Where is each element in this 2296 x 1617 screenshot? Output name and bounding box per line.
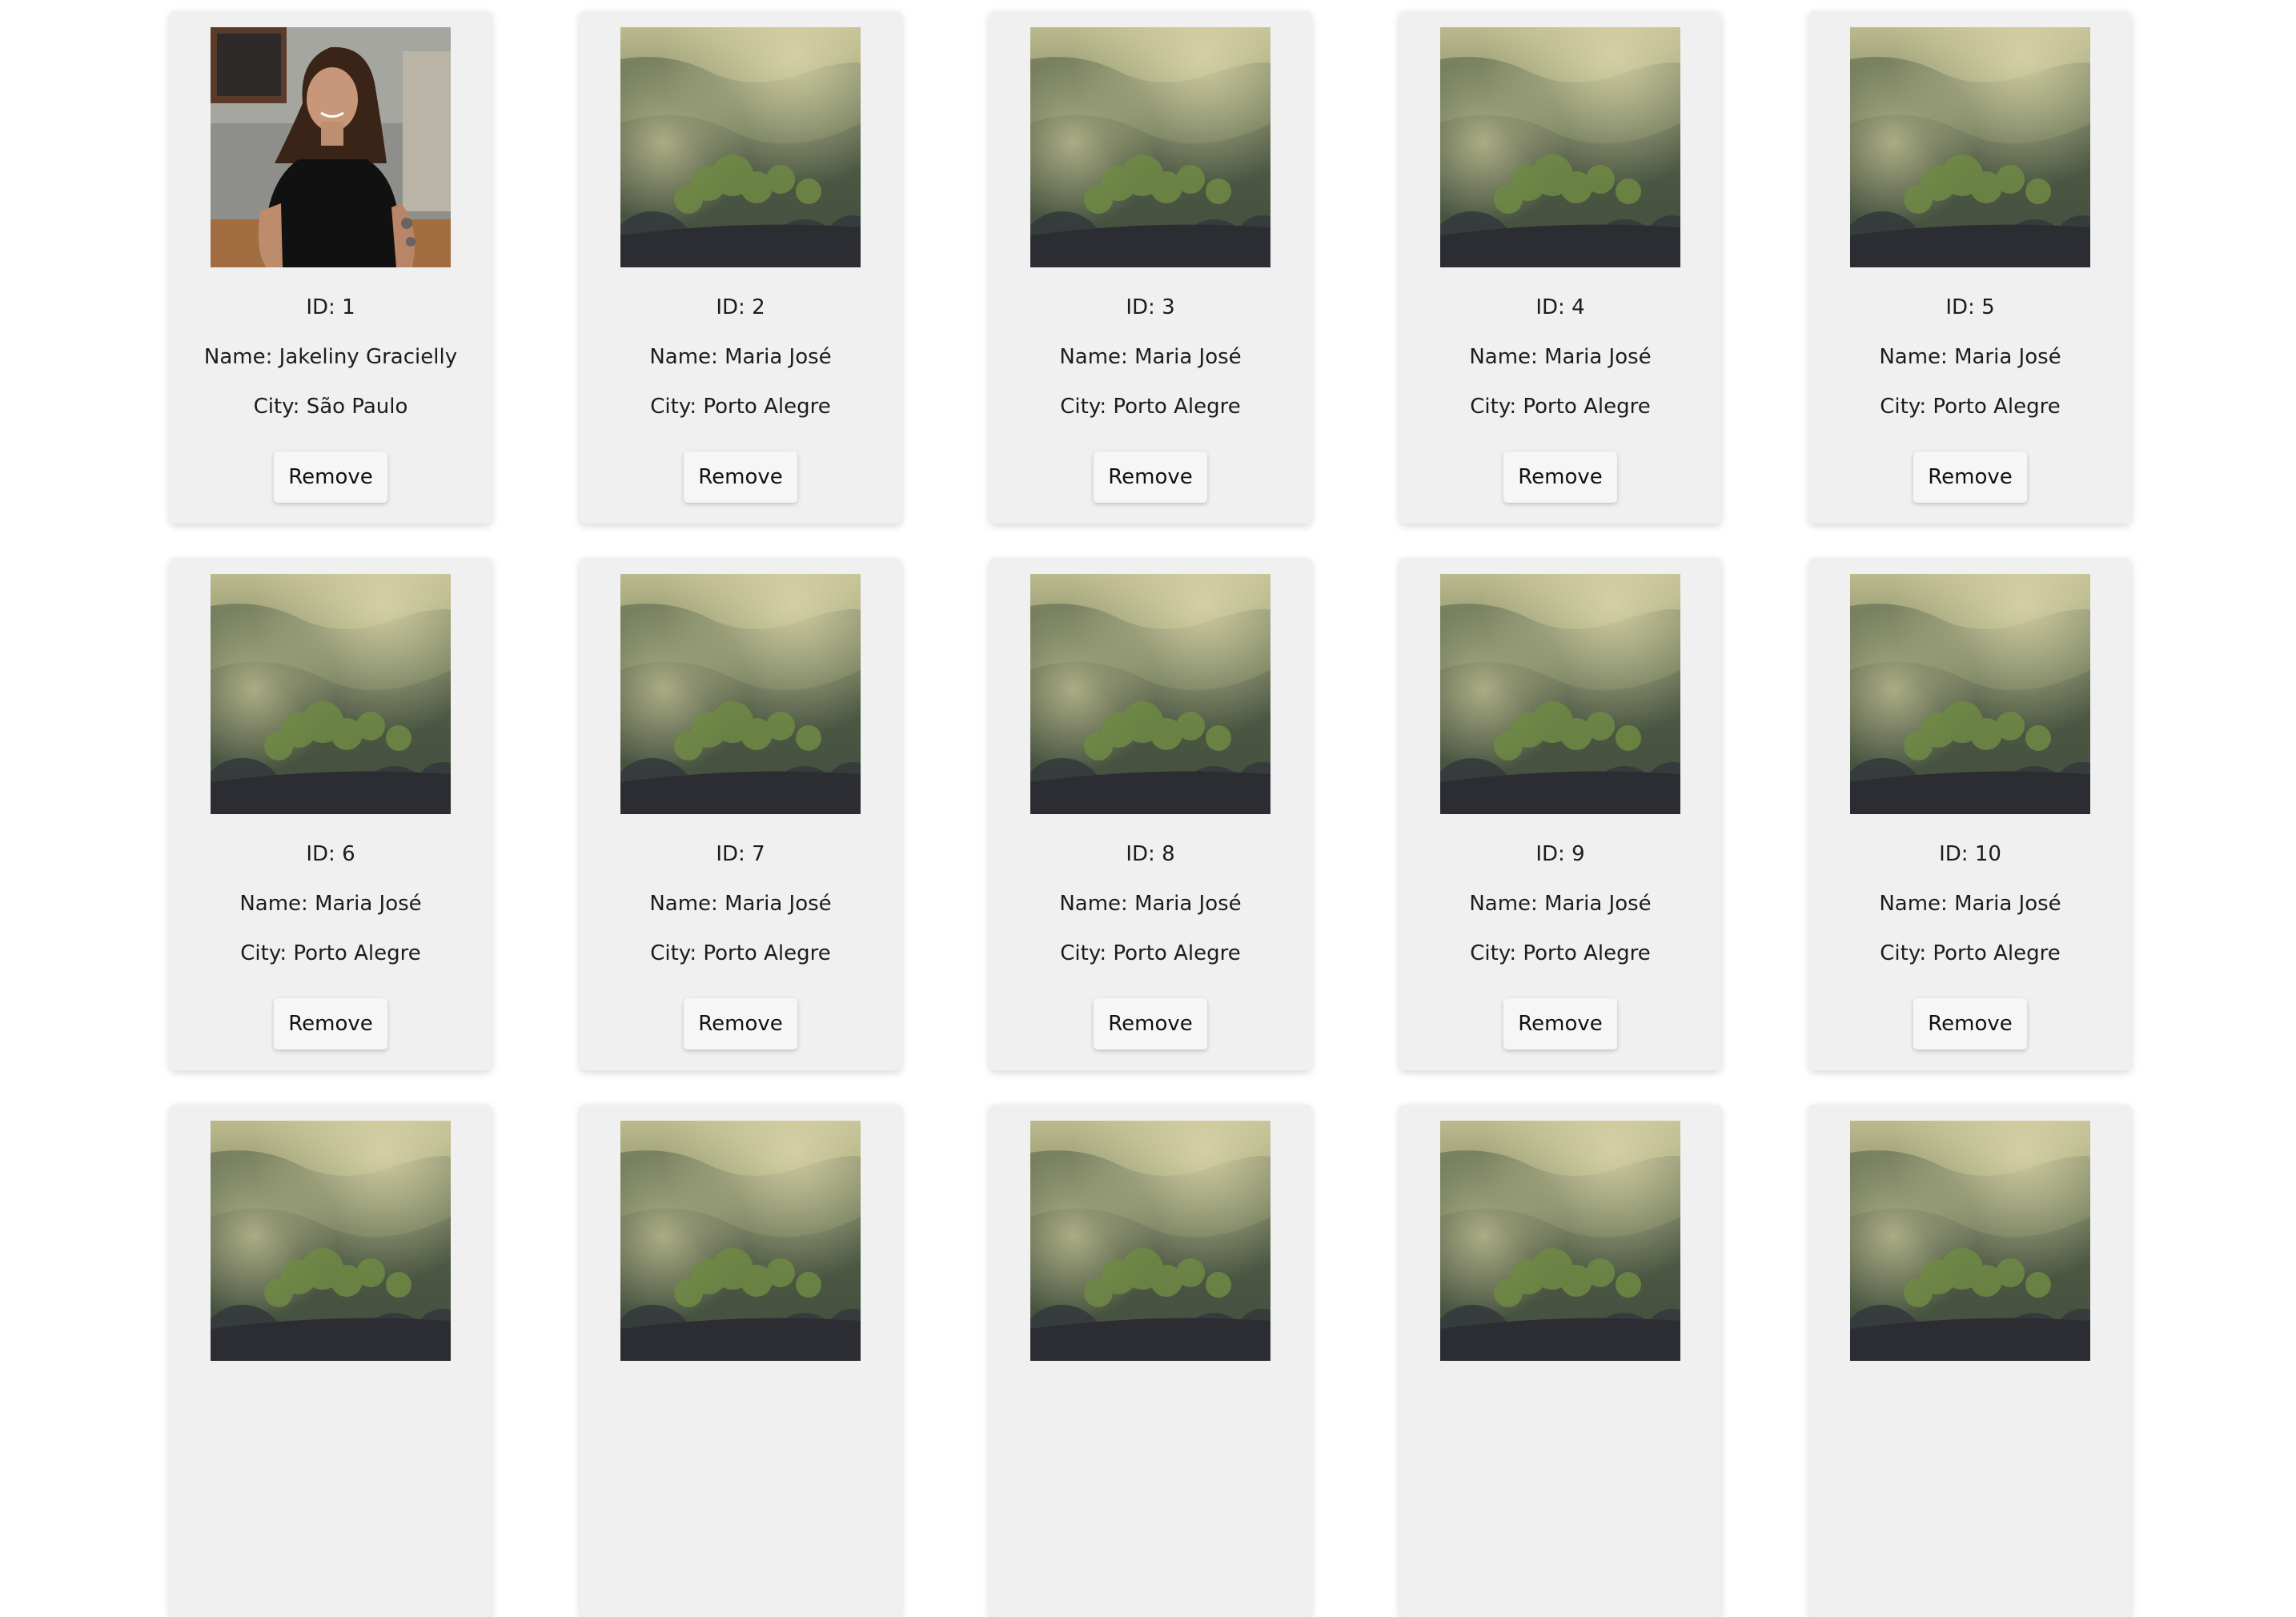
remove-button[interactable]: Remove — [1913, 451, 2027, 503]
user-id: ID: 10 — [1939, 842, 2001, 866]
user-card: ID: 9 Name: Maria José City: Porto Alegr… — [1399, 558, 1721, 1070]
remove-button[interactable]: Remove — [684, 998, 797, 1049]
user-name: Name: Maria José — [1059, 892, 1242, 916]
user-id: ID: 7 — [716, 842, 765, 866]
user-city: City: Porto Alegre — [650, 395, 831, 419]
user-photo — [1850, 1121, 2090, 1361]
user-photo — [1440, 574, 1680, 814]
user-name: Name: Maria José — [1879, 892, 2061, 916]
user-card: ID: 7 Name: Maria José City: Porto Alegr… — [580, 558, 901, 1070]
user-photo — [1030, 574, 1270, 814]
user-city: City: Porto Alegre — [1470, 941, 1651, 965]
user-photo — [211, 574, 451, 814]
user-photo — [620, 27, 861, 267]
user-card: ID: 1 Name: Jakeliny Gracielly City: São… — [170, 11, 492, 524]
user-card: ID: 6 Name: Maria José City: Porto Alegr… — [170, 558, 492, 1070]
user-card: ID: 3 Name: Maria José City: Porto Alegr… — [989, 11, 1311, 524]
user-photo — [1030, 27, 1270, 267]
user-id: ID: 1 — [306, 295, 355, 319]
user-name: Name: Maria José — [1879, 345, 2061, 369]
user-name: Name: Maria José — [239, 892, 422, 916]
user-city: City: Porto Alegre — [1880, 395, 2061, 419]
user-card-grid: ID: 1 Name: Jakeliny Gracielly City: São… — [170, 11, 2131, 1617]
user-card — [170, 1105, 492, 1617]
user-id: ID: 2 — [716, 295, 765, 319]
user-photo — [1440, 27, 1680, 267]
user-photo — [1030, 1121, 1270, 1361]
user-id: ID: 9 — [1535, 842, 1585, 866]
user-card: ID: 2 Name: Maria José City: Porto Alegr… — [580, 11, 901, 524]
user-id: ID: 5 — [1945, 295, 1995, 319]
user-card — [1809, 1105, 2131, 1617]
remove-button[interactable]: Remove — [1503, 998, 1617, 1049]
remove-button[interactable]: Remove — [684, 451, 797, 503]
user-card: ID: 4 Name: Maria José City: Porto Alegr… — [1399, 11, 1721, 524]
user-photo — [1850, 27, 2090, 267]
user-city: City: Porto Alegre — [1060, 395, 1241, 419]
user-id: ID: 8 — [1126, 842, 1175, 866]
user-card — [580, 1105, 901, 1617]
user-city: City: Porto Alegre — [1060, 941, 1241, 965]
user-photo — [620, 1121, 861, 1361]
user-city: City: Porto Alegre — [240, 941, 421, 965]
remove-button[interactable]: Remove — [1913, 998, 2027, 1049]
user-name: Name: Maria José — [1469, 892, 1652, 916]
remove-button[interactable]: Remove — [274, 998, 387, 1049]
user-name: Name: Maria José — [649, 345, 832, 369]
user-city: City: São Paulo — [253, 395, 408, 419]
user-card: ID: 10 Name: Maria José City: Porto Aleg… — [1809, 558, 2131, 1070]
user-city: City: Porto Alegre — [1470, 395, 1651, 419]
user-photo — [620, 574, 861, 814]
user-id: ID: 6 — [306, 842, 355, 866]
user-card — [989, 1105, 1311, 1617]
user-name: Name: Jakeliny Gracielly — [203, 345, 458, 369]
remove-button[interactable]: Remove — [274, 451, 387, 503]
user-photo — [211, 1121, 451, 1361]
remove-button[interactable]: Remove — [1094, 998, 1207, 1049]
user-id: ID: 3 — [1126, 295, 1175, 319]
user-photo — [211, 27, 451, 267]
user-card: ID: 8 Name: Maria José City: Porto Alegr… — [989, 558, 1311, 1070]
user-name: Name: Maria José — [1059, 345, 1242, 369]
user-photo — [1440, 1121, 1680, 1361]
remove-button[interactable]: Remove — [1503, 451, 1617, 503]
user-card — [1399, 1105, 1721, 1617]
user-id: ID: 4 — [1535, 295, 1585, 319]
user-city: City: Porto Alegre — [1880, 941, 2061, 965]
user-city: City: Porto Alegre — [650, 941, 831, 965]
user-name: Name: Maria José — [1469, 345, 1652, 369]
remove-button[interactable]: Remove — [1094, 451, 1207, 503]
user-photo — [1850, 574, 2090, 814]
user-name: Name: Maria José — [649, 892, 832, 916]
user-card: ID: 5 Name: Maria José City: Porto Alegr… — [1809, 11, 2131, 524]
